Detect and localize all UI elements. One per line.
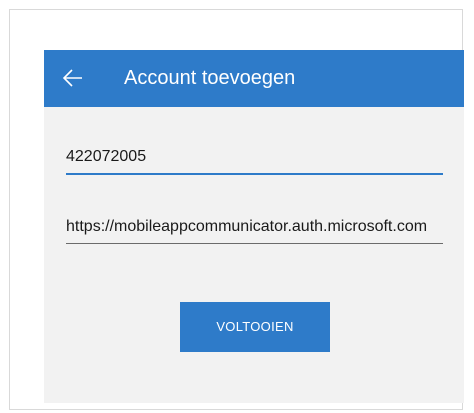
app-screen: Account toevoegen 422072005 https://mobi…	[44, 50, 464, 403]
arrow-left-icon[interactable]	[62, 64, 84, 92]
finish-button[interactable]: VOLTOOIEN	[180, 302, 330, 352]
page-title: Account toevoegen	[124, 67, 296, 89]
url-field[interactable]: https://mobileappcommunicator.auth.micro…	[66, 215, 443, 244]
screenshot-frame: Account toevoegen 422072005 https://mobi…	[9, 9, 464, 410]
app-bar: Account toevoegen	[44, 50, 464, 107]
url-value: https://mobileappcommunicator.auth.micro…	[66, 218, 428, 235]
account-name-value: 422072005	[66, 148, 147, 165]
account-name-field[interactable]: 422072005	[66, 143, 443, 175]
